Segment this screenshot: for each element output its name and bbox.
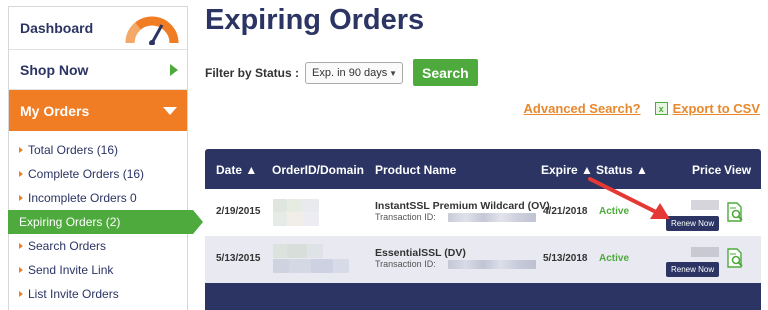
sidebar-item-complete-orders[interactable]: Complete Orders (16): [9, 162, 187, 186]
search-button[interactable]: Search: [413, 59, 478, 86]
status-filter-select[interactable]: Exp. in 90 days ▼: [305, 61, 404, 84]
column-header-expire[interactable]: Expire ▲: [541, 163, 593, 177]
transaction-id-label: Transaction ID:: [375, 212, 436, 222]
sidebar-item-send-invite-link[interactable]: Send Invite Link: [9, 258, 187, 282]
renew-now-button[interactable]: Renew Now: [666, 262, 720, 277]
orders-table: Date ▲ OrderID/Domain Product Name Expir…: [205, 149, 761, 310]
status-filter-value: Exp. in 90 days: [312, 66, 388, 79]
chevron-right-icon: [170, 64, 178, 76]
sidebar-item-label: Dashboard: [20, 20, 94, 36]
sidebar-item-label: Total Orders (16): [28, 143, 119, 157]
bullet-icon: [19, 147, 23, 153]
annotation-arrow-icon: [588, 177, 670, 219]
csv-file-icon: x: [654, 102, 668, 115]
sidebar-item-my-orders[interactable]: My Orders: [9, 90, 187, 131]
sidebar-item-shop-now[interactable]: Shop Now: [9, 50, 187, 90]
advanced-search-link[interactable]: Advanced Search?: [524, 101, 641, 116]
column-header-view: View: [724, 163, 752, 177]
export-csv-link[interactable]: Export to CSV: [673, 101, 760, 116]
product-name: InstantSSL Premium Wildcard (OV): [375, 200, 550, 212]
order-date: 5/13/2015: [216, 253, 261, 264]
table-actions: Advanced Search? x Export to CSV: [524, 101, 760, 116]
filter-bar: Filter by Status : Exp. in 90 days ▼ Sea…: [205, 59, 478, 86]
bullet-icon: [19, 291, 23, 297]
sidebar-item-label: Complete Orders (16): [28, 167, 145, 181]
price-redacted: [691, 247, 719, 257]
speedometer-icon: [125, 16, 179, 45]
sidebar-item-label: List Invite Orders: [28, 287, 119, 301]
sidebar-item-label: My Orders: [20, 102, 90, 119]
sidebar-item-label: Expiring Orders (2): [19, 215, 121, 229]
chevron-down-icon: [163, 107, 177, 115]
view-details-icon[interactable]: [726, 202, 744, 222]
order-status: Active: [599, 253, 630, 264]
sidebar-item-label: Send Invite Link: [28, 263, 114, 277]
expire-date: 5/13/2018: [543, 253, 588, 264]
orders-submenu: Total Orders (16) Complete Orders (16) I…: [8, 131, 203, 306]
column-header-price: Price: [692, 163, 722, 177]
sidebar-item-label: Search Orders: [28, 239, 107, 253]
expire-date: 4/21/2018: [543, 206, 588, 217]
sidebar-item-total-orders[interactable]: Total Orders (16): [9, 138, 187, 162]
table-row: 5/13/2015 EssentialSSL (DV) Transaction …: [205, 236, 761, 283]
column-header-date[interactable]: Date ▲: [216, 163, 257, 177]
filter-label: Filter by Status :: [205, 65, 300, 80]
sidebar-item-expiring-orders[interactable]: Expiring Orders (2): [8, 210, 203, 234]
column-header-order: OrderID/Domain: [272, 163, 365, 177]
bullet-icon: [19, 171, 23, 177]
sidebar-item-label: Incomplete Orders 0: [28, 191, 137, 205]
order-date: 2/19/2015: [216, 206, 261, 217]
page-title: Expiring Orders: [205, 4, 425, 36]
sidebar-item-incomplete-orders[interactable]: Incomplete Orders 0: [9, 186, 187, 210]
sidebar-item-label: Shop Now: [20, 61, 89, 78]
sidebar-item-dashboard[interactable]: Dashboard: [9, 7, 187, 50]
bullet-icon: [19, 195, 23, 201]
view-details-icon[interactable]: [726, 248, 744, 268]
transaction-id-label: Transaction ID:: [375, 259, 436, 269]
bullet-icon: [19, 267, 23, 273]
product-name: EssentialSSL (DV): [375, 247, 466, 259]
sidebar-item-search-orders[interactable]: Search Orders: [9, 234, 187, 258]
column-header-product: Product Name: [375, 163, 457, 177]
price-redacted: [691, 200, 719, 210]
bullet-icon: [19, 243, 23, 249]
sidebar: Dashboard Shop Now My Orders Total Order…: [8, 6, 203, 310]
chevron-down-icon: ▼: [389, 68, 398, 78]
sidebar-item-list-invite-orders[interactable]: List Invite Orders: [9, 282, 187, 306]
